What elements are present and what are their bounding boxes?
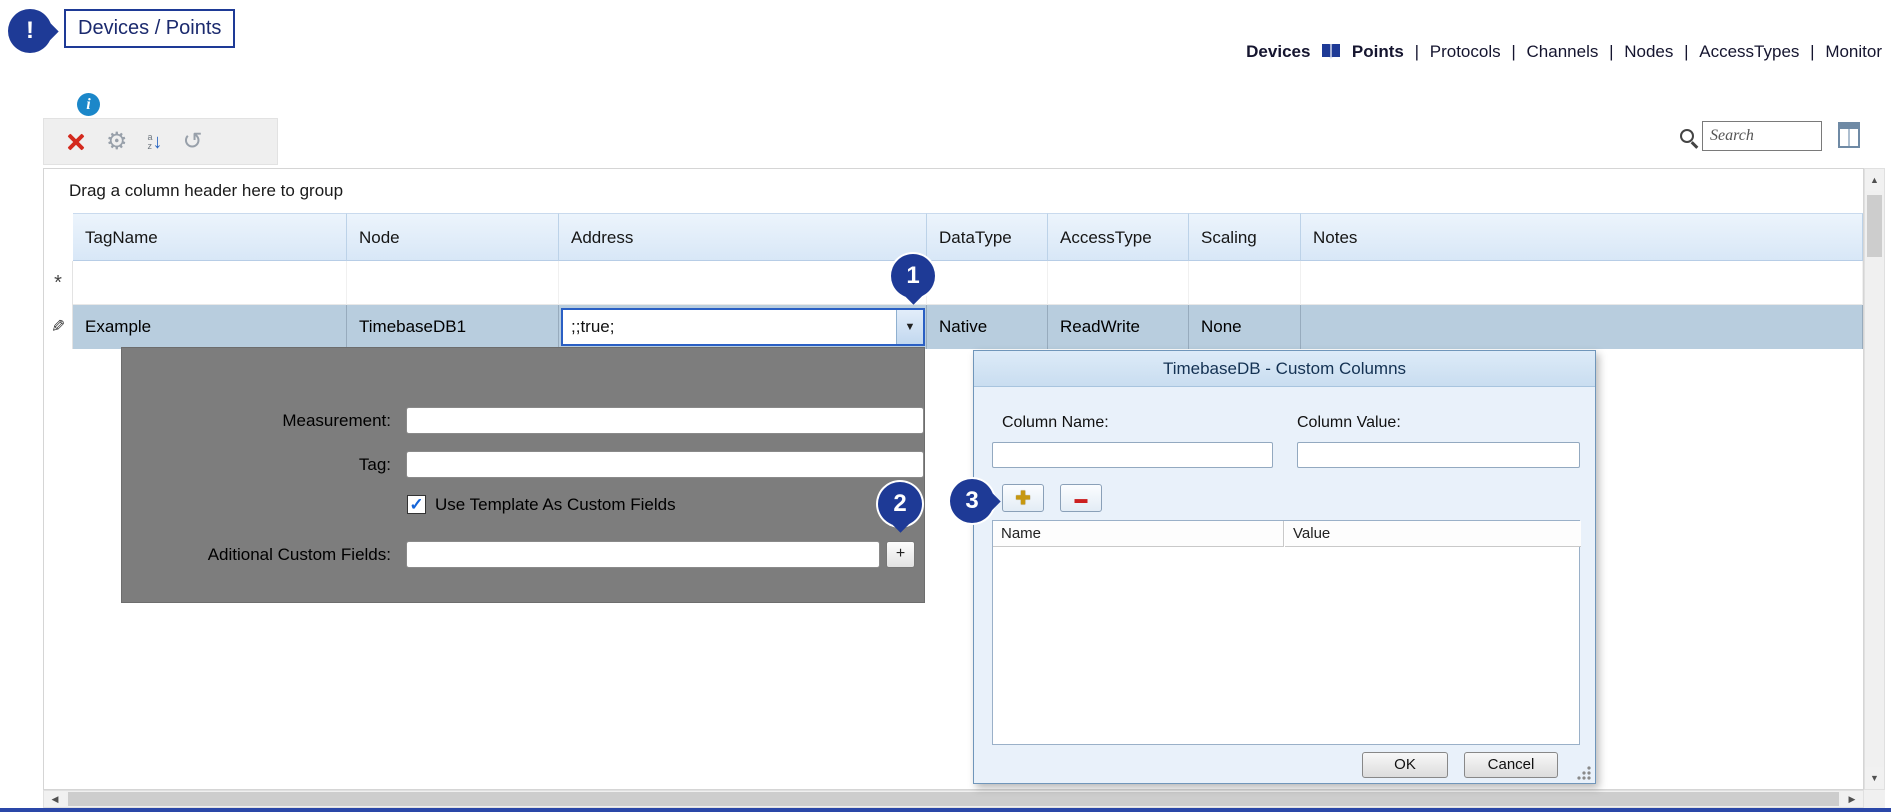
window-bottom-border [0, 808, 1891, 812]
new-row-indicator: * [44, 261, 73, 305]
scrollbar-corner [1864, 790, 1885, 808]
nav-monitor[interactable]: Monitor [1825, 42, 1882, 61]
custom-columns-list[interactable]: Name Value [992, 520, 1580, 745]
use-template-label: Use Template As Custom Fields [435, 493, 676, 517]
edit-pencil-icon: ✎ [51, 317, 65, 337]
grid-toolbar: ⚙ az ↓ ↺ [43, 118, 278, 165]
address-dropdown-button[interactable]: ▼ [896, 310, 923, 344]
new-row-cell-accesstype[interactable] [1048, 261, 1189, 305]
nav-accesstypes[interactable]: AccessTypes [1699, 42, 1799, 61]
cell-datatype[interactable]: Native [927, 305, 1048, 349]
scroll-down-button[interactable]: ▼ [1865, 767, 1884, 789]
scroll-up-button[interactable]: ▲ [1865, 169, 1884, 191]
dialog-title[interactable]: TimebaseDB - Custom Columns [974, 351, 1595, 387]
column-header-node[interactable]: Node [347, 213, 559, 261]
info-icon[interactable]: i [77, 93, 100, 116]
scroll-left-button[interactable]: ◀ [44, 791, 66, 807]
new-row-cell-scaling[interactable] [1189, 261, 1301, 305]
scroll-right-button[interactable]: ▶ [1841, 791, 1863, 807]
info-glyph: i [86, 96, 90, 114]
alert-badge: ! [8, 9, 52, 53]
chevron-down-icon: ▼ [905, 321, 916, 333]
address-editor-value[interactable]: ;;true; [563, 310, 896, 344]
column-value-label: Column Value: [1297, 414, 1401, 432]
ok-button[interactable]: OK [1362, 752, 1448, 778]
nav-separator: | [1810, 42, 1814, 61]
search-icon[interactable] [1680, 129, 1694, 143]
cancel-button[interactable]: Cancel [1464, 752, 1558, 778]
search-input[interactable] [1702, 121, 1822, 151]
cell-accesstype[interactable]: ReadWrite [1048, 305, 1189, 349]
column-header-tagname[interactable]: TagName [73, 213, 347, 261]
column-header-notes[interactable]: Notes [1301, 213, 1863, 261]
alert-glyph: ! [26, 17, 34, 45]
cell-node[interactable]: TimebaseDB1 [347, 305, 559, 349]
annotation-step-1: 1 [891, 254, 935, 298]
top-nav: Devices Points | Protocols | Channels | … [0, 42, 1885, 65]
list-header-name[interactable]: Name [993, 521, 1284, 547]
column-header-address[interactable]: Address [559, 213, 927, 261]
horizontal-scroll-thumb[interactable] [68, 792, 1839, 806]
horizontal-scrollbar[interactable]: ◀ ▶ [43, 790, 1864, 808]
plus-icon: ✚ [1015, 488, 1030, 509]
edit-row-indicator: ✎ [44, 305, 73, 349]
nav-nodes[interactable]: Nodes [1624, 42, 1673, 61]
new-row-cell-notes[interactable] [1301, 261, 1863, 305]
remove-column-button[interactable]: ▬ [1060, 484, 1102, 512]
annotation-step-2: 2 [878, 482, 922, 526]
nav-separator: | [1415, 42, 1419, 61]
additional-fields-label: Aditional Custom Fields: [122, 541, 399, 568]
column-name-input[interactable] [992, 442, 1273, 468]
minus-icon: ▬ [1075, 491, 1088, 506]
list-header-value[interactable]: Value [1285, 521, 1581, 547]
book-icon [1321, 43, 1341, 65]
cell-tagname[interactable]: Example [73, 305, 347, 349]
filter-settings-icon[interactable]: ⚙ [106, 130, 128, 154]
use-template-checkbox[interactable]: ✓ [407, 495, 426, 514]
new-row-cell-node[interactable] [347, 261, 559, 305]
address-editor-combobox[interactable]: ;;true; ▼ [561, 308, 925, 346]
nav-separator: | [1609, 42, 1613, 61]
nav-protocols[interactable]: Protocols [1430, 42, 1501, 61]
checkmark-icon: ✓ [409, 496, 423, 513]
column-header-scaling[interactable]: Scaling [1189, 213, 1301, 261]
nav-separator: | [1684, 42, 1688, 61]
new-row-cell-tagname[interactable] [73, 261, 347, 305]
column-chooser-icon[interactable] [1838, 122, 1860, 148]
delete-icon[interactable] [64, 131, 86, 153]
measurement-field[interactable] [406, 407, 924, 434]
nav-points[interactable]: Points [1352, 42, 1404, 61]
nav-separator: | [1511, 42, 1515, 61]
custom-columns-dialog: TimebaseDB - Custom Columns Column Name:… [973, 350, 1596, 784]
tag-field[interactable] [406, 451, 924, 478]
sort-arrow-icon: ↓ [153, 132, 163, 152]
nav-channels[interactable]: Channels [1527, 42, 1599, 61]
additional-fields-add-button[interactable]: + [886, 541, 915, 568]
group-by-drop-zone[interactable]: Drag a column header here to group [44, 169, 1863, 213]
column-value-input[interactable] [1297, 442, 1580, 468]
additional-fields-input[interactable] [406, 541, 880, 568]
nav-devices[interactable]: Devices [1246, 42, 1310, 61]
annotation-step-3: 3 [950, 479, 994, 523]
vertical-scroll-thumb[interactable] [1867, 195, 1882, 257]
resize-grip[interactable] [1577, 765, 1592, 780]
column-name-label: Column Name: [1002, 414, 1109, 432]
measurement-label: Measurement: [122, 407, 399, 434]
column-header-accesstype[interactable]: AccessType [1048, 213, 1189, 261]
new-row-cell-address[interactable] [559, 261, 927, 305]
sort-icon[interactable]: az ↓ [148, 132, 163, 152]
cell-notes[interactable] [1301, 305, 1863, 349]
column-header-datatype[interactable]: DataType [927, 213, 1048, 261]
tag-label: Tag: [122, 451, 399, 478]
app-window: ! Devices / Points Devices Points | Prot… [0, 0, 1891, 812]
vertical-scrollbar[interactable]: ▲ ▼ [1864, 168, 1885, 790]
new-row-cell-datatype[interactable] [927, 261, 1048, 305]
add-column-button[interactable]: ✚ [1002, 484, 1044, 512]
address-dropdown-panel: Measurement: Tag: ✓ Use Template As Cust… [121, 347, 925, 603]
history-icon[interactable]: ↺ [183, 130, 203, 154]
cell-scaling[interactable]: None [1189, 305, 1301, 349]
